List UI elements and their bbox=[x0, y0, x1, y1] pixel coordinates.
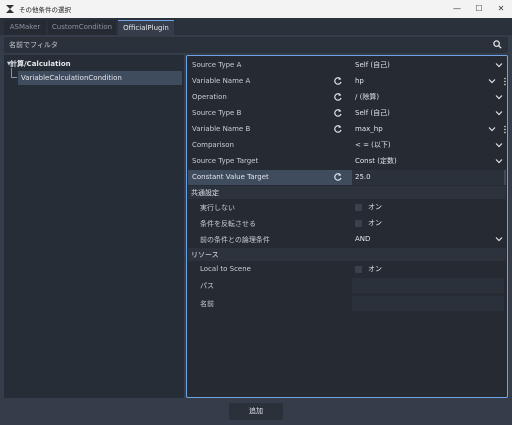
prop-constant-value-target[interactable]: Constant Value Target 25.0 bbox=[188, 170, 506, 185]
dialog-footer: 追加 bbox=[0, 400, 512, 425]
prop-label: Variable Name B bbox=[192, 125, 251, 133]
window-title: その他条件の選択 bbox=[19, 6, 71, 14]
section-title: 共通設定 bbox=[191, 189, 219, 197]
inspector-panel: Source Type A Self (自己) Variable Name A … bbox=[186, 55, 508, 398]
prop-label: 前の条件との論理条件 bbox=[200, 236, 270, 244]
chevron-down-icon[interactable] bbox=[495, 109, 503, 117]
prop-value[interactable]: hp bbox=[352, 74, 504, 89]
tree-connector bbox=[11, 68, 17, 78]
checkbox[interactable] bbox=[355, 266, 362, 273]
prop-label: Local to Scene bbox=[200, 265, 251, 273]
close-button[interactable]: ✕ bbox=[490, 0, 512, 18]
prop-label: Source Type Target bbox=[192, 157, 259, 165]
add-button[interactable]: 追加 bbox=[229, 403, 283, 420]
condition-tree: ▼ 計算/Calculation VariableCalculationCond… bbox=[4, 55, 184, 398]
prop-logic-operator[interactable]: 前の条件との論理条件 AND bbox=[188, 232, 506, 247]
prop-value[interactable]: max_hp bbox=[352, 122, 504, 137]
prop-variable-name-b[interactable]: Variable Name B max_hp bbox=[188, 122, 506, 137]
prop-label: Operation bbox=[192, 93, 227, 101]
checkbox[interactable] bbox=[355, 220, 362, 227]
reset-icon[interactable] bbox=[333, 124, 343, 134]
tab-asmaker[interactable]: ASMaker bbox=[4, 20, 46, 35]
prop-label: 条件を反転させる bbox=[200, 220, 256, 228]
chevron-down-icon[interactable] bbox=[495, 141, 503, 149]
prop-path[interactable]: パス bbox=[188, 278, 506, 293]
name-input[interactable] bbox=[352, 296, 504, 311]
prop-variable-name-a[interactable]: Variable Name A hp bbox=[188, 74, 506, 89]
chevron-down-icon[interactable] bbox=[495, 235, 503, 243]
checkbox-label: オン bbox=[368, 265, 382, 273]
reset-icon[interactable] bbox=[333, 172, 343, 182]
prop-value[interactable]: < = (以下) bbox=[352, 138, 504, 153]
search-icon[interactable] bbox=[493, 40, 502, 49]
prop-label: 実行しない bbox=[200, 204, 235, 212]
prop-invert[interactable]: 条件を反転させる オン bbox=[188, 216, 506, 231]
reset-icon[interactable] bbox=[333, 76, 343, 86]
tab-customcondition[interactable]: CustomCondition bbox=[48, 20, 116, 35]
chevron-down-icon[interactable] bbox=[495, 93, 503, 101]
chevron-down-icon[interactable] bbox=[488, 77, 496, 85]
prop-local-to-scene[interactable]: Local to Scene オン bbox=[188, 262, 506, 277]
chevron-down-icon[interactable] bbox=[488, 125, 496, 133]
section-common[interactable]: 共通設定 bbox=[188, 186, 506, 199]
chevron-down-icon[interactable] bbox=[495, 61, 503, 69]
prop-value[interactable]: Self (自己) bbox=[352, 58, 504, 73]
maximize-button[interactable]: ☐ bbox=[468, 0, 490, 18]
checkbox[interactable] bbox=[355, 204, 362, 211]
filter-placeholder: 名前でフィルタ bbox=[9, 41, 58, 49]
minimize-button[interactable]: — bbox=[446, 0, 468, 18]
prop-label: Source Type A bbox=[192, 61, 242, 69]
prop-checkbox-field[interactable]: オン bbox=[352, 216, 504, 231]
tree-category[interactable]: 計算/Calculation bbox=[10, 59, 71, 69]
prop-disable[interactable]: 実行しない オン bbox=[188, 200, 506, 215]
prop-name[interactable]: 名前 bbox=[188, 296, 506, 311]
tab-bar: ASMaker CustomCondition OfficialPlugin bbox=[0, 18, 512, 35]
prop-label: パス bbox=[200, 282, 214, 290]
prop-value[interactable]: Self (自己) bbox=[352, 106, 504, 121]
filter-input[interactable]: 名前でフィルタ bbox=[4, 37, 508, 53]
prop-source-type-a[interactable]: Source Type A Self (自己) bbox=[188, 58, 506, 73]
section-resource[interactable]: リソース bbox=[188, 248, 506, 261]
checkbox-label: オン bbox=[368, 203, 382, 211]
prop-comparison[interactable]: Comparison < = (以下) bbox=[188, 138, 506, 153]
prop-label: Variable Name A bbox=[192, 77, 251, 85]
section-title: リソース bbox=[191, 251, 219, 259]
reset-icon[interactable] bbox=[333, 92, 343, 102]
tree-item-selected[interactable]: VariableCalculationCondition bbox=[18, 71, 182, 85]
prop-value[interactable]: AND bbox=[352, 232, 504, 247]
prop-label: 名前 bbox=[200, 300, 214, 308]
checkbox-label: オン bbox=[368, 219, 382, 227]
tab-officialplugin[interactable]: OfficialPlugin bbox=[118, 20, 174, 35]
prop-source-type-b[interactable]: Source Type B Self (自己) bbox=[188, 106, 506, 121]
prop-source-type-target[interactable]: Source Type Target Const (定数) bbox=[188, 154, 506, 169]
app-logo-icon bbox=[6, 5, 14, 13]
prop-number-input[interactable]: 25.0 bbox=[352, 170, 504, 185]
drag-handle-icon[interactable] bbox=[503, 77, 507, 86]
prop-label: Source Type B bbox=[192, 109, 242, 117]
path-input[interactable] bbox=[352, 278, 504, 293]
window-titlebar: その他条件の選択 — ☐ ✕ bbox=[0, 0, 512, 18]
chevron-down-icon[interactable] bbox=[495, 157, 503, 165]
prop-value[interactable]: Const (定数) bbox=[352, 154, 504, 169]
prop-label: Constant Value Target bbox=[192, 173, 269, 181]
drag-handle-icon[interactable] bbox=[503, 125, 507, 134]
prop-value[interactable]: / (除算) bbox=[352, 90, 504, 105]
prop-checkbox-field[interactable]: オン bbox=[352, 200, 504, 215]
prop-operation[interactable]: Operation / (除算) bbox=[188, 90, 506, 105]
reset-icon[interactable] bbox=[333, 108, 343, 118]
prop-checkbox-field[interactable]: オン bbox=[352, 262, 504, 277]
prop-label: Comparison bbox=[192, 141, 234, 149]
